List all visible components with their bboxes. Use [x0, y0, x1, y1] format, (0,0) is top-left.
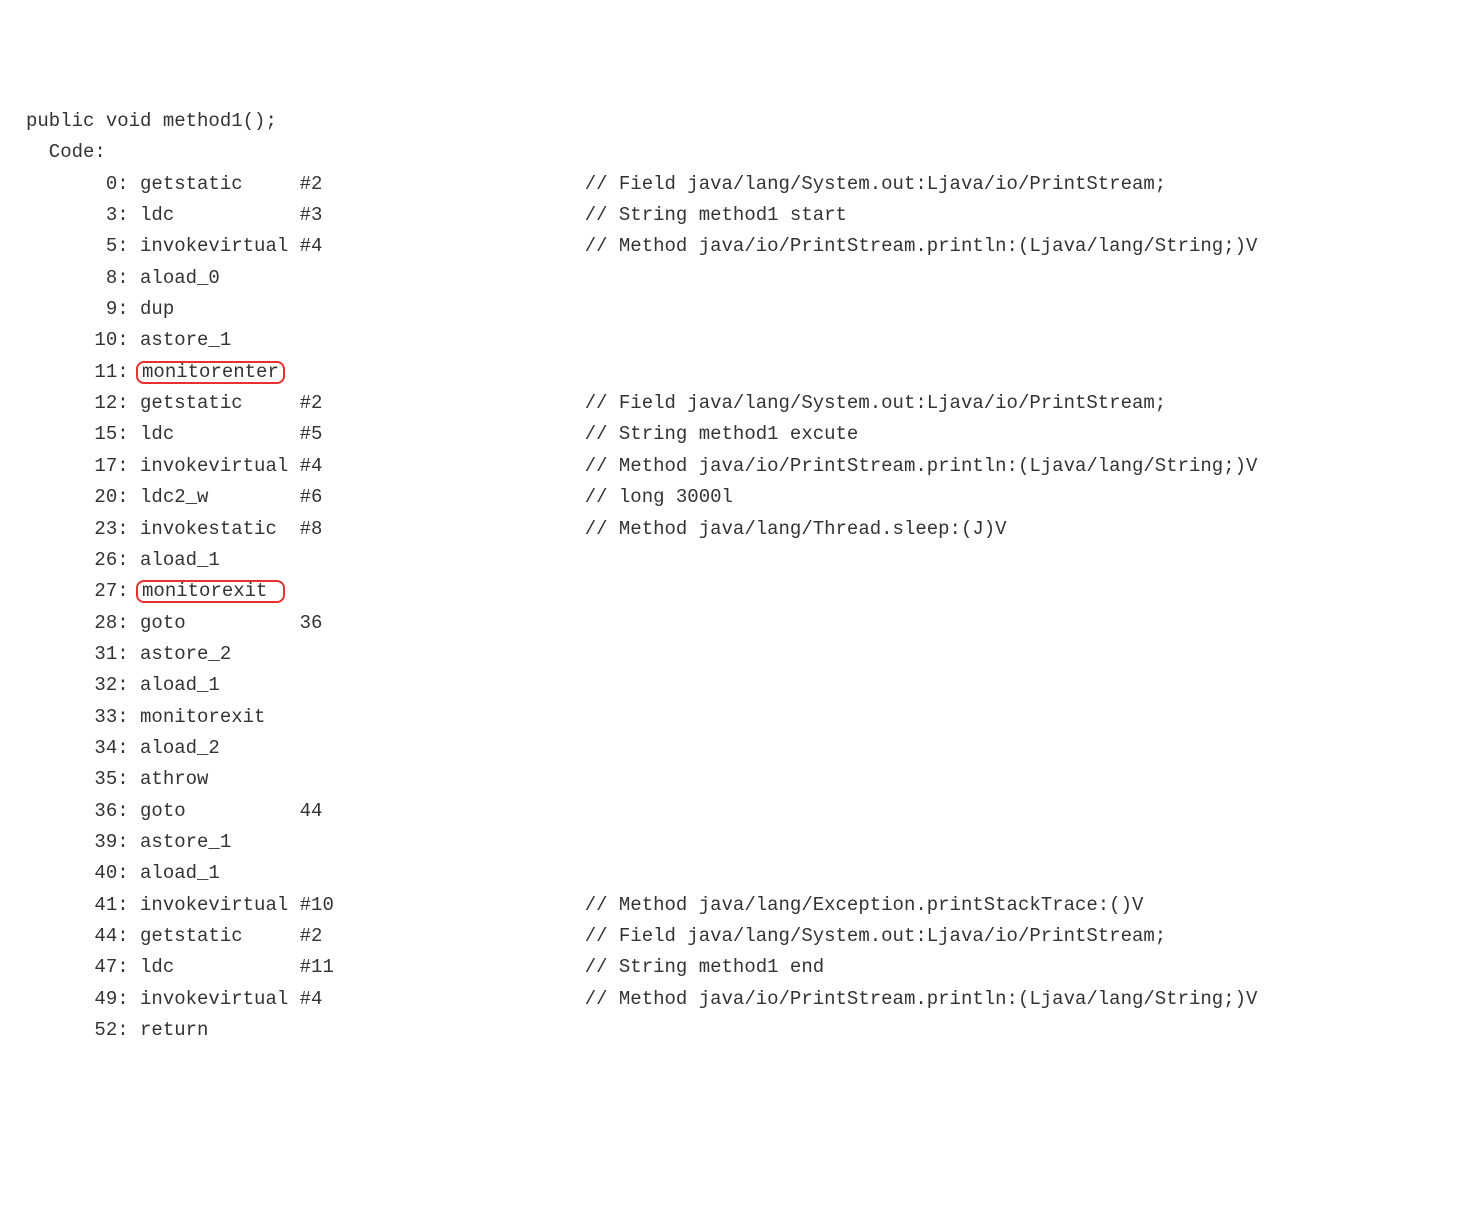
bytecode-line: 44: getstatic #2 // Field java/lang/Syst… [26, 921, 1446, 952]
bytecode-line: 20: ldc2_w #6 // long 3000l [26, 482, 1446, 513]
bytecode-line: 49: invokevirtual #4 // Method java/io/P… [26, 984, 1446, 1015]
bytecode-line: 10: astore_1 [26, 325, 1446, 356]
bytecode-line: 17: invokevirtual #4 // Method java/io/P… [26, 451, 1446, 482]
bytecode-line: 34: aload_2 [26, 733, 1446, 764]
bytecode-line: 47: ldc #11 // String method1 end [26, 952, 1446, 983]
bytecode-line: 26: aload_1 [26, 545, 1446, 576]
bytecode-line: 8: aload_0 [26, 263, 1446, 294]
bytecode-line: 40: aload_1 [26, 858, 1446, 889]
bytecode-line: 41: invokevirtual #10 // Method java/lan… [26, 890, 1446, 921]
code-label: Code: [26, 137, 1446, 168]
bytecode-line: 28: goto 36 [26, 608, 1446, 639]
bytecode-line: 39: astore_1 [26, 827, 1446, 858]
bytecode-line: 32: aload_1 [26, 670, 1446, 701]
bytecode-line: 11: monitorenter [26, 357, 1446, 388]
bytecode-line: 52: return [26, 1015, 1446, 1046]
bytecode-line: 33: monitorexit [26, 702, 1446, 733]
method-signature: public void method1(); [26, 106, 1446, 137]
bytecode-line: 15: ldc #5 // String method1 excute [26, 419, 1446, 450]
bytecode-line: 3: ldc #3 // String method1 start [26, 200, 1446, 231]
bytecode-line: 9: dup [26, 294, 1446, 325]
bytecode-line: 0: getstatic #2 // Field java/lang/Syste… [26, 169, 1446, 200]
highlighted-opcode: monitorenter [136, 361, 285, 384]
bytecode-line: 27: monitorexit [26, 576, 1446, 607]
bytecode-line: 23: invokestatic #8 // Method java/lang/… [26, 514, 1446, 545]
bytecode-line: 31: astore_2 [26, 639, 1446, 670]
bytecode-line: 36: goto 44 [26, 796, 1446, 827]
highlighted-opcode: monitorexit [136, 580, 285, 603]
bytecode-line: 12: getstatic #2 // Field java/lang/Syst… [26, 388, 1446, 419]
bytecode-line: 5: invokevirtual #4 // Method java/io/Pr… [26, 231, 1446, 262]
bytecode-listing: public void method1(); Code: 0: getstati… [26, 106, 1446, 1046]
bytecode-line: 35: athrow [26, 764, 1446, 795]
